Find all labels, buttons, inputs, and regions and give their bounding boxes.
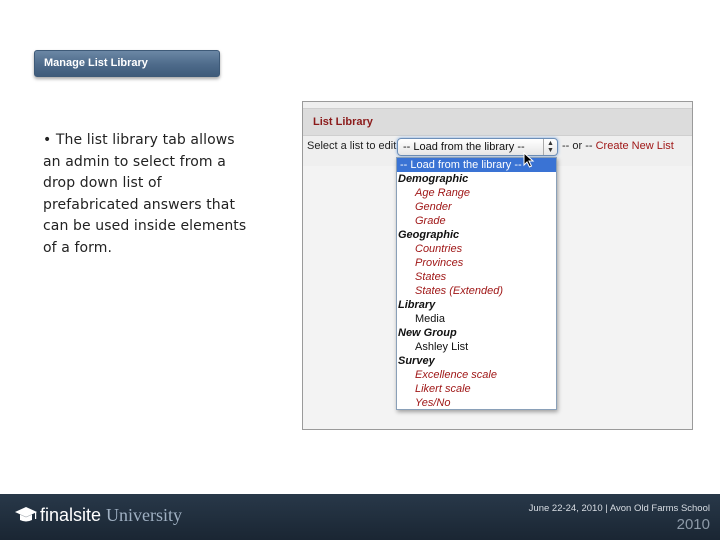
graduation-cap-icon <box>15 507 37 522</box>
select-arrows-icon: ▲ ▼ <box>543 139 557 155</box>
event-year: 2010 <box>676 516 710 533</box>
dropdown-group-label: Survey <box>398 355 435 367</box>
dropdown-option[interactable]: Likert scale <box>397 382 556 396</box>
event-info: June 22-24, 2010 | Avon Old Farms School <box>528 503 710 514</box>
dropdown-option[interactable]: Media <box>397 312 556 326</box>
dropdown-option[interactable]: Grade <box>397 214 556 228</box>
dropdown-option[interactable]: Ashley List <box>397 340 556 354</box>
dropdown-group-label: Demographic <box>398 173 469 185</box>
dropdown-group-label: New Group <box>398 327 457 339</box>
finalsite-university-logo: finalsite University <box>40 505 182 526</box>
bullet-text: • The list library tab allows an admin t… <box>43 132 247 256</box>
dropdown-option[interactable]: States <box>397 270 556 284</box>
brand-suffix: University <box>106 505 183 525</box>
dropdown-option[interactable]: Excellence scale <box>397 368 556 382</box>
select-list-label: Select a list to edit <box>307 140 397 152</box>
create-new-list-link[interactable]: Create New List <box>596 140 674 152</box>
dropdown-option[interactable]: Gender <box>397 200 556 214</box>
manage-list-library-tab[interactable]: Manage List Library <box>34 50 220 77</box>
or-separator: -- or -- Create New List <box>562 140 674 152</box>
dropdown-option[interactable]: Provinces <box>397 256 556 270</box>
dropdown-option[interactable]: Countries <box>397 242 556 256</box>
dropdown-group-label: Library <box>398 299 436 311</box>
library-select-value: -- Load from the library -- <box>403 141 525 153</box>
panel-header: List Library <box>303 108 692 136</box>
brand-name: finalsite <box>40 505 102 525</box>
library-dropdown-list[interactable]: -- Load from the library -- Demographic A… <box>396 157 557 410</box>
panel-title: List Library <box>313 116 373 128</box>
mouse-cursor-icon <box>523 152 535 168</box>
dropdown-option[interactable]: States (Extended) <box>397 284 556 298</box>
dropdown-group-label: Geographic <box>398 229 460 241</box>
or-label: -- or -- <box>562 140 593 152</box>
dropdown-option[interactable]: Yes/No <box>397 396 556 410</box>
footer-bar: finalsite University June 22-24, 2010 | … <box>0 494 720 540</box>
dropdown-option[interactable]: Age Range <box>397 186 556 200</box>
